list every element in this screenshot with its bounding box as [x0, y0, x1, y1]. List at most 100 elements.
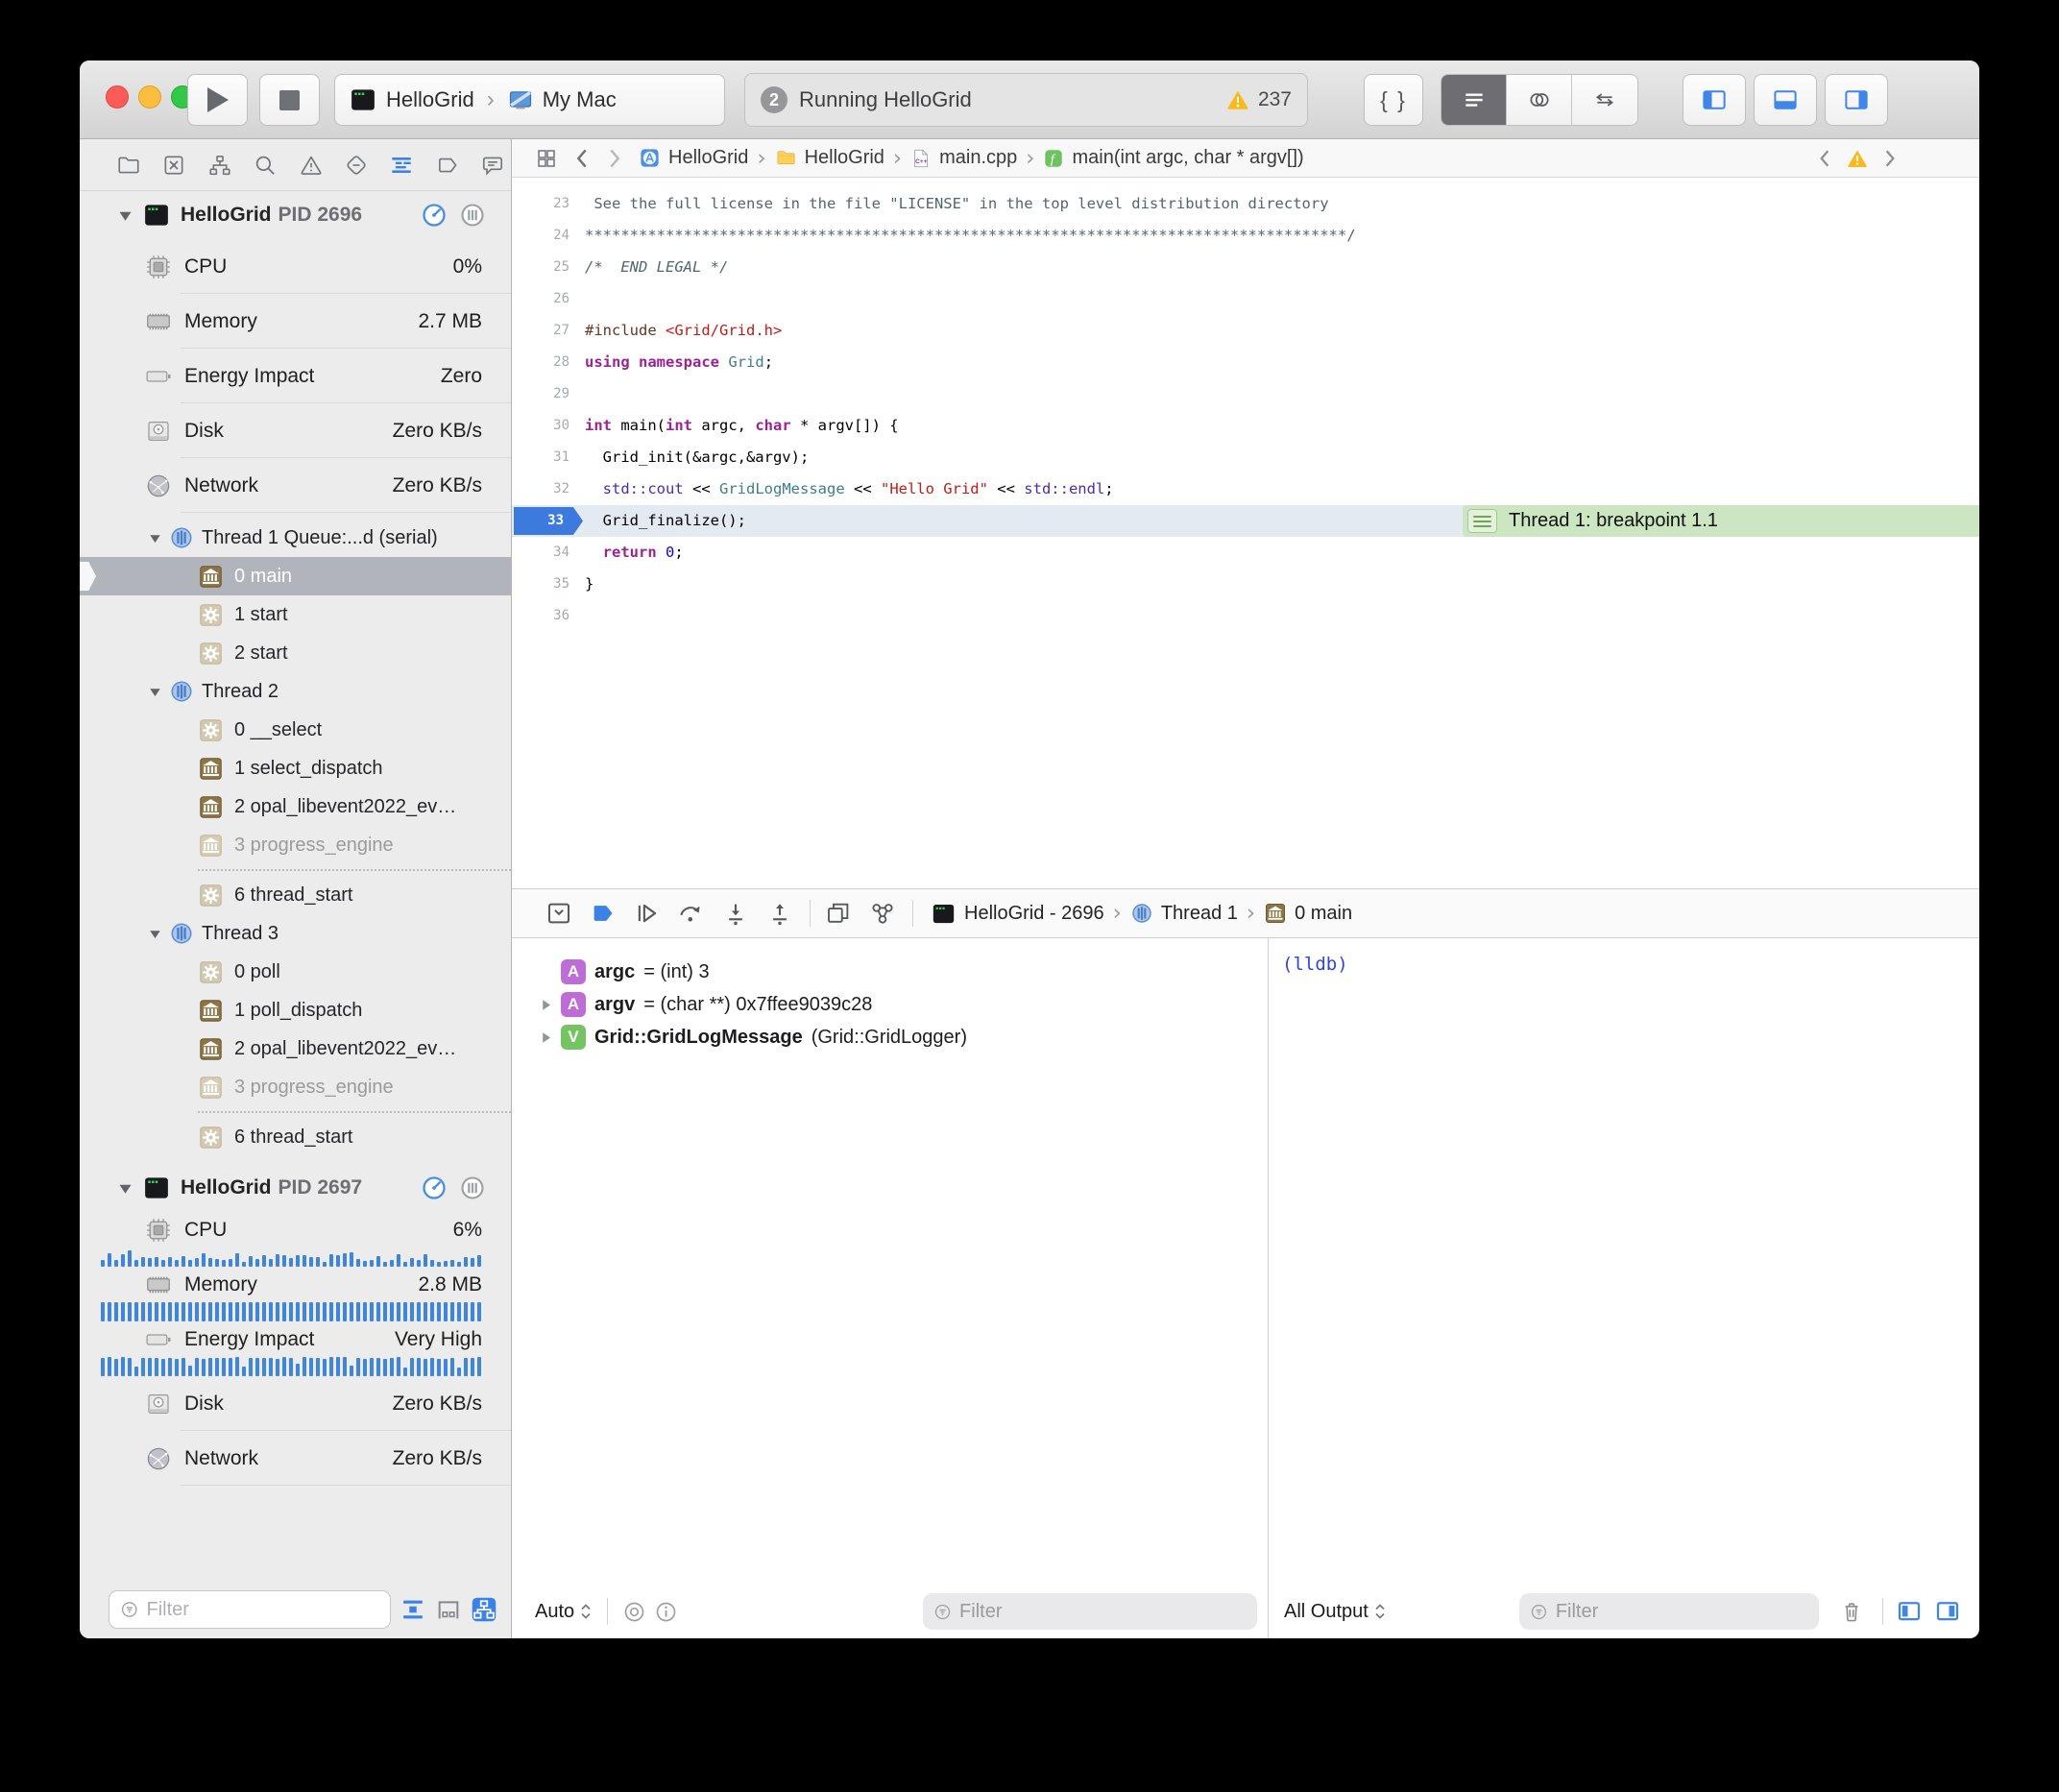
code-review-button[interactable]: { }: [1364, 74, 1423, 126]
line-number[interactable]: 29: [512, 378, 579, 410]
gauge-row-cpu[interactable]: CPU6%: [80, 1212, 511, 1267]
code-line-28[interactable]: 28using namespace Grid;: [512, 347, 1979, 378]
version-editor-button[interactable]: [1572, 75, 1637, 125]
memory-graph-button[interactable]: [866, 897, 899, 930]
source-control-navigator-icon[interactable]: [159, 151, 188, 180]
code-line-24[interactable]: 24**************************************…: [512, 220, 1979, 252]
close-window-button[interactable]: [106, 85, 129, 109]
debug-view-hierarchy-button[interactable]: [822, 897, 855, 930]
info-icon[interactable]: [653, 1599, 679, 1625]
issue-navigator-icon[interactable]: [297, 151, 326, 180]
disclosure-icon[interactable]: [539, 999, 552, 1011]
step-into-button[interactable]: [719, 897, 752, 930]
stack-frame-row[interactable]: 1 poll_dispatch: [80, 991, 511, 1029]
back-icon[interactable]: [573, 148, 591, 169]
related-items-icon[interactable]: [535, 147, 558, 170]
scope-stepper-icon[interactable]: [578, 1599, 593, 1624]
gauge-row-network[interactable]: NetworkZero KB/s: [80, 1431, 511, 1486]
gauge-row-memory[interactable]: Memory2.8 MB: [80, 1267, 511, 1321]
toggle-variables-view-icon[interactable]: [1895, 1597, 1924, 1626]
stack-frame-row[interactable]: 6 thread_start: [80, 1118, 511, 1156]
test-navigator-icon[interactable]: [342, 151, 371, 180]
stack-frame-row[interactable]: 3 progress_engine: [80, 1068, 511, 1106]
stack-frame-row[interactable]: 6 thread_start: [80, 876, 511, 914]
view-process-by-queue-icon[interactable]: [435, 1596, 462, 1623]
project-navigator-icon[interactable]: [114, 151, 143, 180]
source-editor[interactable]: 23 See the full license in the file "LIC…: [512, 178, 1979, 888]
code-line-25[interactable]: 25/* END LEGAL */: [512, 252, 1979, 283]
toggle-breakpoints-button[interactable]: [587, 897, 619, 930]
scheme-selector[interactable]: HelloGrid › My Mac: [334, 74, 725, 126]
line-number[interactable]: 25: [512, 252, 579, 283]
line-number[interactable]: 24: [512, 220, 579, 252]
gauge-row-cpu[interactable]: CPU0%: [80, 239, 511, 294]
stop-button[interactable]: [259, 74, 320, 126]
debug-crumb-frame[interactable]: 0 main: [1264, 902, 1352, 925]
line-number[interactable]: 23: [512, 188, 579, 220]
process-row[interactable]: HelloGridPID 2697: [80, 1164, 511, 1212]
code-line-34[interactable]: 34 return 0;: [512, 537, 1979, 569]
report-navigator-icon[interactable]: [478, 151, 507, 180]
breadcrumb-group[interactable]: HelloGrid: [775, 147, 884, 169]
code-line-32[interactable]: 32 std::cout << GridLogMessage << "Hello…: [512, 473, 1979, 505]
console-filter-field[interactable]: [1519, 1593, 1819, 1630]
find-navigator-icon[interactable]: [251, 151, 279, 180]
stack-frame-row[interactable]: 0 poll: [80, 953, 511, 991]
line-number[interactable]: 26: [512, 283, 579, 315]
symbol-navigator-icon[interactable]: [206, 151, 234, 180]
line-number[interactable]: 27: [512, 315, 579, 347]
output-stepper-icon[interactable]: [1372, 1599, 1388, 1624]
line-number[interactable]: 32: [512, 473, 579, 505]
lldb-console[interactable]: (lldb): [1269, 938, 1979, 1585]
variables-filter-field[interactable]: [923, 1593, 1257, 1630]
breakpoint-annotation[interactable]: Thread 1: breakpoint 1.1: [1463, 505, 1979, 537]
toggle-debug-area-button[interactable]: [1754, 74, 1817, 126]
stack-frame-row[interactable]: 2 opal_libevent2022_ev…: [80, 1029, 511, 1068]
gauge-row-energy-impact[interactable]: Energy ImpactVery High: [80, 1321, 511, 1376]
line-number[interactable]: 31: [512, 442, 579, 473]
debug-crumb-thread[interactable]: Thread 1: [1130, 902, 1238, 925]
thread-row[interactable]: Thread 1 Queue:...d (serial): [80, 519, 511, 557]
thread-row[interactable]: Thread 3: [80, 914, 511, 953]
issue-warning-icon[interactable]: [1846, 147, 1869, 170]
code-line-30[interactable]: 30int main(int argc, char * argv[]) {: [512, 410, 1979, 442]
code-line-29[interactable]: 29: [512, 378, 1979, 410]
navigator-filter-field[interactable]: [109, 1590, 391, 1629]
breakpoint-line-badge[interactable]: 33: [514, 507, 583, 535]
clear-console-icon[interactable]: [1838, 1598, 1865, 1625]
line-number[interactable]: 36: [512, 600, 579, 632]
code-line-35[interactable]: 35}: [512, 569, 1979, 600]
forward-icon[interactable]: [606, 148, 623, 169]
code-line-27[interactable]: 27#include <Grid/Grid.h>: [512, 315, 1979, 347]
standard-editor-button[interactable]: [1441, 75, 1507, 125]
thread-row[interactable]: Thread 2: [80, 672, 511, 711]
navigator-filter-input[interactable]: [146, 1599, 380, 1621]
breadcrumb-symbol[interactable]: f main(int argc, char * argv[]): [1043, 147, 1303, 169]
breadcrumb-project[interactable]: HelloGrid: [639, 147, 748, 169]
gauge-row-memory[interactable]: Memory2.7 MB: [80, 294, 511, 349]
code-line-26[interactable]: 26: [512, 283, 1979, 315]
code-line-23[interactable]: 23 See the full license in the file "LIC…: [512, 188, 1979, 220]
step-over-button[interactable]: [675, 897, 708, 930]
gauge-row-energy-impact[interactable]: Energy ImpactZero: [80, 349, 511, 403]
run-button[interactable]: [187, 74, 248, 126]
variable-row[interactable]: Aargc= (int) 3: [512, 956, 1268, 988]
stack-frame-row[interactable]: 3 progress_engine: [80, 826, 511, 864]
hide-debug-area-button[interactable]: [543, 897, 575, 930]
next-issue-icon[interactable]: [1882, 149, 1898, 168]
line-number[interactable]: 34: [512, 537, 579, 569]
breakpoint-navigator-icon[interactable]: [433, 151, 462, 180]
warning-count[interactable]: 237: [1225, 87, 1292, 112]
gauge-row-disk[interactable]: DiskZero KB/s: [80, 1376, 511, 1431]
gauge-row-network[interactable]: NetworkZero KB/s: [80, 458, 511, 513]
stack-frame-row[interactable]: 2 opal_libevent2022_ev…: [80, 787, 511, 826]
previous-issue-icon[interactable]: [1817, 149, 1832, 168]
step-out-button[interactable]: [763, 897, 796, 930]
stack-frame-row[interactable]: 0 __select: [80, 711, 511, 749]
gauge-row-disk[interactable]: DiskZero KB/s: [80, 403, 511, 458]
toggle-inspector-button[interactable]: [1825, 74, 1888, 126]
continue-button[interactable]: [631, 897, 664, 930]
disclosure-icon[interactable]: [539, 1031, 552, 1044]
debug-crumb-process[interactable]: HelloGrid - 2696: [931, 901, 1104, 927]
toggle-navigator-button[interactable]: [1683, 74, 1746, 126]
